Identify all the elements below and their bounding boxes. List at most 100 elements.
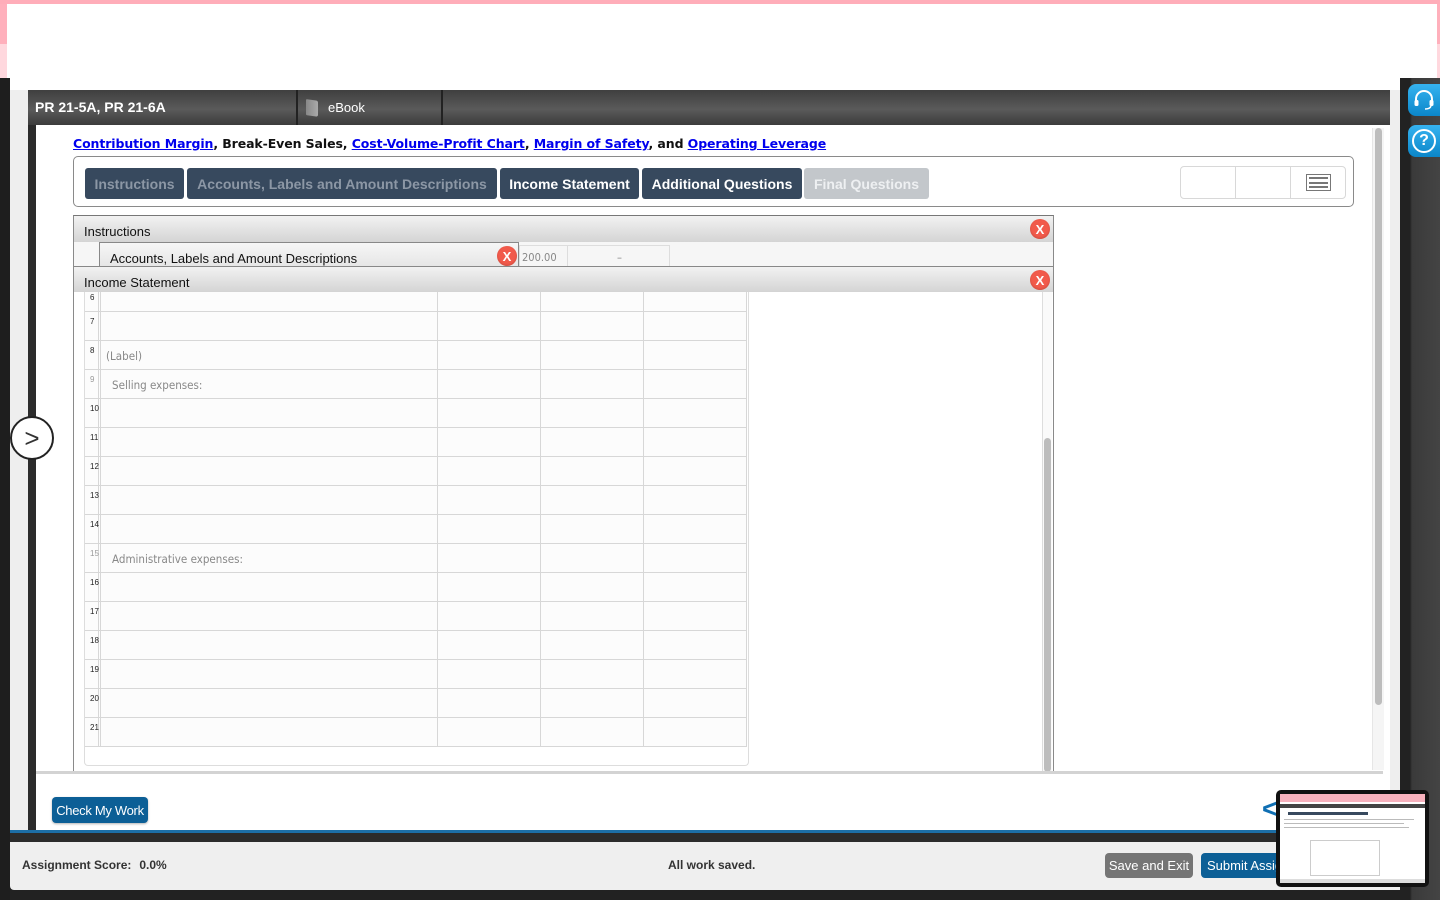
label-cell[interactable]	[101, 602, 438, 630]
amount-cell-3[interactable]	[644, 660, 747, 688]
close-instructions-button[interactable]: X	[1030, 219, 1050, 239]
amount-cell-2[interactable]	[541, 486, 644, 514]
previous-arrow-icon[interactable]: <	[1262, 794, 1278, 824]
income-statement-scroll-thumb[interactable]	[1044, 438, 1051, 772]
label-cell[interactable]	[101, 689, 438, 717]
tab-instructions[interactable]: Instructions	[85, 168, 184, 199]
amount-cell-1[interactable]	[438, 370, 541, 398]
label-cell[interactable]	[101, 660, 438, 688]
close-accounts-button[interactable]: X	[497, 246, 517, 266]
amount-cell-2[interactable]	[541, 428, 644, 456]
help-button[interactable]: ?	[1408, 125, 1440, 157]
label-cell[interactable]	[101, 399, 438, 427]
support-button[interactable]	[1408, 84, 1440, 116]
label-cell[interactable]: (Label)	[101, 341, 438, 369]
amount-cell-2[interactable]	[541, 399, 644, 427]
tool-button-1[interactable]	[1181, 167, 1236, 198]
link-operating-leverage[interactable]: Operating Leverage	[688, 136, 827, 151]
instructions-panel-header[interactable]: Instructions X	[74, 216, 1053, 242]
amount-cell-3[interactable]	[644, 718, 747, 746]
amount-cell-3[interactable]	[644, 544, 747, 572]
link-contribution-margin[interactable]: Contribution Margin	[73, 136, 213, 151]
amount-cell-1[interactable]	[438, 718, 541, 746]
close-income-statement-button[interactable]: X	[1030, 270, 1050, 290]
amount-cell-3[interactable]	[644, 370, 747, 398]
link-cvp-chart[interactable]: Cost-Volume-Profit Chart	[352, 136, 525, 151]
amount-cell-2[interactable]	[541, 660, 644, 688]
label-cell[interactable]	[101, 718, 438, 746]
tab-accounts-labels[interactable]: Accounts, Labels and Amount Descriptions	[187, 168, 497, 199]
tab-bar: Instructions Accounts, Labels and Amount…	[73, 156, 1354, 207]
expand-panel-button[interactable]: >	[10, 416, 54, 460]
ebook-button[interactable]: eBook	[298, 90, 443, 125]
label-cell[interactable]: Selling expenses:	[101, 370, 438, 398]
amount-cell-3[interactable]	[644, 573, 747, 601]
amount-cell-1[interactable]	[438, 660, 541, 688]
label-cell[interactable]	[101, 631, 438, 659]
row-number: 10	[85, 399, 101, 427]
amount-cell-3[interactable]	[644, 689, 747, 717]
tab-final-questions[interactable]: Final Questions	[804, 168, 929, 199]
row-number: 9	[85, 370, 101, 398]
amount-cell-3[interactable]	[644, 292, 747, 311]
amount-cell-3[interactable]	[644, 515, 747, 543]
check-my-work-button[interactable]: Check My Work	[52, 797, 148, 823]
amount-cell-3[interactable]	[644, 486, 747, 514]
link-margin-of-safety[interactable]: Margin of Safety	[534, 136, 649, 151]
table-row: 13	[85, 486, 747, 515]
amount-cell-1[interactable]	[438, 602, 541, 630]
save-and-exit-button[interactable]: Save and Exit	[1105, 853, 1193, 878]
amount-cell-1[interactable]	[438, 631, 541, 659]
amount-cell-1[interactable]	[438, 689, 541, 717]
label-cell[interactable]	[101, 428, 438, 456]
amount-cell-1[interactable]	[438, 486, 541, 514]
amount-cell-2[interactable]	[541, 718, 644, 746]
app-left-edge	[28, 125, 36, 832]
tab-income-statement[interactable]: Income Statement	[500, 168, 639, 199]
amount-cell-3[interactable]	[644, 631, 747, 659]
label-cell[interactable]	[101, 573, 438, 601]
main-scrollbar[interactable]	[1372, 128, 1384, 770]
amount-cell-1[interactable]	[438, 399, 541, 427]
amount-cell-2[interactable]	[541, 292, 644, 311]
income-statement-panel-header[interactable]: Income Statement X	[74, 266, 1053, 292]
main-scroll-thumb[interactable]	[1375, 128, 1382, 705]
amount-cell-1[interactable]	[438, 573, 541, 601]
amount-cell-2[interactable]	[541, 515, 644, 543]
chevron-right-icon: >	[24, 422, 40, 453]
amount-cell-2[interactable]	[541, 341, 644, 369]
amount-cell-1[interactable]	[438, 312, 541, 340]
amount-cell-2[interactable]	[541, 544, 644, 572]
amount-cell-1[interactable]	[438, 457, 541, 485]
amount-cell-3[interactable]	[644, 312, 747, 340]
amount-cell-1[interactable]	[438, 428, 541, 456]
amount-cell-1[interactable]	[438, 515, 541, 543]
tab-additional-questions[interactable]: Additional Questions	[642, 168, 802, 199]
tool-button-2[interactable]	[1236, 167, 1291, 198]
amount-cell-1[interactable]	[438, 544, 541, 572]
amount-cell-3[interactable]	[644, 602, 747, 630]
amount-cell-3[interactable]	[644, 341, 747, 369]
label-cell[interactable]	[101, 312, 438, 340]
amount-cell-3[interactable]	[644, 399, 747, 427]
label-cell[interactable]	[101, 486, 438, 514]
menu-button[interactable]	[1291, 167, 1346, 198]
screenshot-thumbnail[interactable]	[1276, 790, 1429, 887]
accounts-panel-header[interactable]: Accounts, Labels and Amount Descriptions…	[99, 242, 519, 266]
amount-cell-3[interactable]	[644, 428, 747, 456]
amount-cell-2[interactable]	[541, 602, 644, 630]
amount-cell-2[interactable]	[541, 573, 644, 601]
amount-cell-2[interactable]	[541, 631, 644, 659]
amount-cell-3[interactable]	[644, 457, 747, 485]
label-cell[interactable]	[101, 457, 438, 485]
income-statement-scrollbar[interactable]	[1042, 292, 1052, 772]
amount-cell-1[interactable]	[438, 292, 541, 311]
label-cell[interactable]	[101, 515, 438, 543]
amount-cell-1[interactable]	[438, 341, 541, 369]
amount-cell-2[interactable]	[541, 457, 644, 485]
amount-cell-2[interactable]	[541, 370, 644, 398]
label-cell[interactable]: Administrative expenses:	[101, 544, 438, 572]
amount-cell-2[interactable]	[541, 689, 644, 717]
label-cell[interactable]	[101, 292, 438, 311]
amount-cell-2[interactable]	[541, 312, 644, 340]
